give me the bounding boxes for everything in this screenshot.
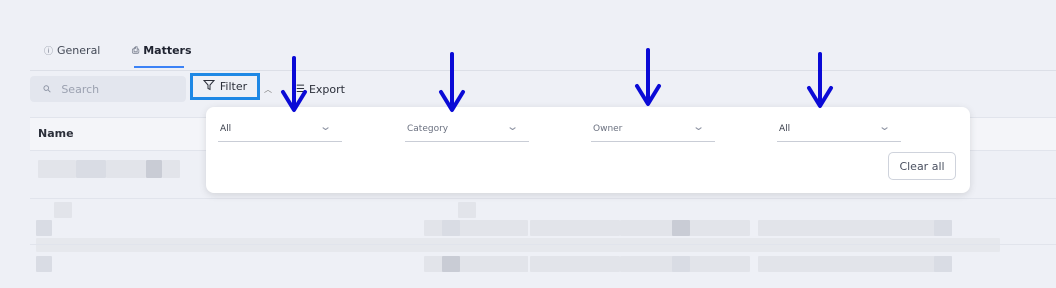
blurred-cell [934,220,952,236]
name-column-header[interactable]: Name [38,127,74,140]
blurred-cell [38,160,76,178]
briefcase-icon: ⎙ [132,45,140,56]
blurred-cell [458,202,476,218]
tab-matters-label: Matters [143,44,192,57]
tab-general-label: General [57,44,101,57]
filter-button[interactable]: Filter [190,73,260,100]
filter-icon [202,79,215,94]
search-placeholder: Search [61,82,100,96]
filter-dropdown-1-value: All [220,124,232,134]
filter-dropdown-owner-value: Owner [593,124,623,134]
blurred-cell [162,160,180,178]
blurred-cell [36,238,1000,252]
blurred-cell [442,220,460,236]
blurred-cell [758,256,952,272]
search-input[interactable]: ⚲ Search [30,76,186,102]
blurred-cell [36,220,52,236]
active-tab-indicator [134,66,184,68]
filter-panel: All ⌄ Category ⌄ Owner ⌄ All ⌄ Clear all [206,107,970,193]
clear-all-button[interactable]: Clear all [888,152,956,180]
search-icon: ⚲ [41,82,55,96]
blurred-cell [36,256,52,272]
blurred-cell [442,256,460,272]
info-icon: ⓘ [44,47,54,57]
filter-dropdown-owner[interactable]: Owner ⌄ [591,119,715,142]
chevron-up-icon: ︿ [264,85,272,94]
chevron-down-icon: ⌄ [691,120,705,133]
tab-general[interactable]: ⓘ General [44,44,100,57]
chevron-down-icon: ⌄ [877,120,891,133]
filter-dropdown-category[interactable]: Category ⌄ [405,119,529,142]
filter-button-label: Filter [219,80,248,93]
blurred-cell [530,256,620,272]
row-divider [30,198,1056,199]
blurred-cell [424,220,528,236]
chevron-down-icon: ⌄ [505,120,519,133]
tab-matters[interactable]: ⎙ Matters [132,44,192,57]
filter-dropdown-1[interactable]: All ⌄ [218,119,342,142]
blurred-cell [672,220,690,236]
filter-dropdown-4[interactable]: All ⌄ [777,119,901,142]
export-button-label: Export [308,83,345,96]
tab-bar: ⓘ General ⎙ Matters [30,38,1056,71]
export-icon: ☰ [296,84,305,95]
row-divider [30,244,1056,245]
blurred-cell [530,220,620,236]
blurred-cell [106,160,146,178]
blurred-cell [54,202,72,218]
export-button[interactable]: ☰ Export [296,83,345,96]
blurred-cell [146,160,162,178]
blurred-cell [758,220,952,236]
blurred-cell [478,256,528,272]
blurred-cell [934,256,952,272]
blurred-cell [76,160,106,178]
filter-dropdown-category-value: Category [407,124,449,134]
blurred-cell [672,256,690,272]
filter-dropdown-4-value: All [779,124,791,134]
chevron-down-icon: ⌄ [318,120,332,133]
